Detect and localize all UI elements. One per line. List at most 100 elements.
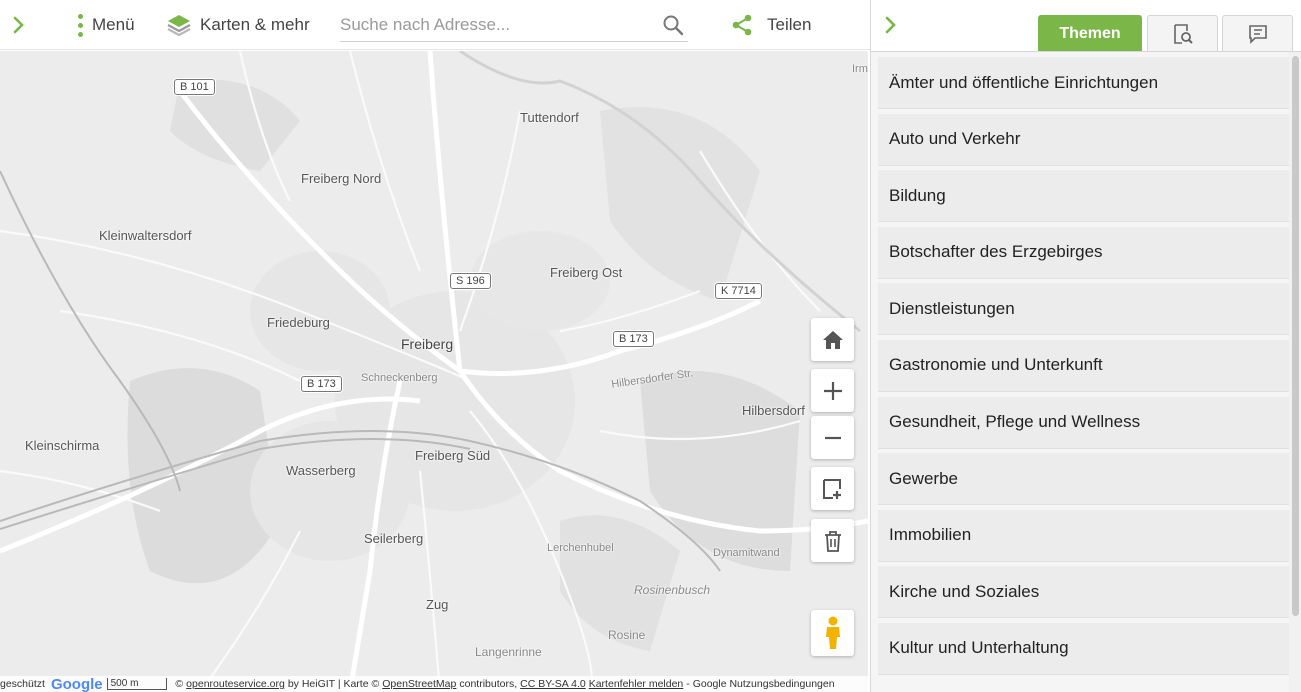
google-logo: Google: [50, 676, 103, 692]
osm-link[interactable]: OpenStreetMap: [382, 678, 456, 690]
category-list: Ämter und öffentliche Einrichtungen Auto…: [878, 57, 1289, 680]
tab-comments[interactable]: [1222, 15, 1293, 51]
share-icon: [732, 14, 752, 36]
category-item[interactable]: Botschafter des Erzgebirges: [878, 226, 1289, 279]
map-label: Dynamitwand: [713, 547, 780, 559]
category-label: Auto und Verkehr: [889, 129, 1021, 149]
road-shield: B 173: [613, 331, 654, 347]
vertical-dots-icon: [78, 13, 83, 37]
street-view-button[interactable]: [811, 610, 854, 656]
search-document-icon: [1173, 23, 1193, 44]
road-shield: S 196: [450, 273, 491, 289]
category-label: Gastronomie und Unterkunft: [889, 355, 1103, 375]
map-label: Seilerberg: [364, 531, 424, 546]
menu-label: Menü: [92, 15, 135, 34]
category-item[interactable]: Immobilien: [878, 509, 1289, 562]
category-label: Kultur und Unterhaltung: [889, 638, 1069, 658]
home-icon: [822, 330, 843, 349]
map-label: Irm: [852, 63, 868, 75]
license-link[interactable]: CC BY-SA 4.0: [520, 678, 586, 690]
map-label: Friedeburg: [267, 315, 330, 330]
map-canvas[interactable]: Freiberg Nord Freiberg Ost Freiberg Frei…: [0, 51, 868, 692]
ors-link[interactable]: openrouteservice.org: [186, 678, 285, 690]
category-label: Gesundheit, Pflege und Wellness: [889, 412, 1141, 432]
map-label: Freiberg Ost: [550, 265, 623, 280]
collapse-left-button[interactable]: [8, 0, 30, 50]
category-item[interactable]: Ämter und öffentliche Einrichtungen: [878, 57, 1289, 109]
map-label: Freiberg Süd: [415, 448, 491, 463]
map-label: Kleinwaltersdorf: [99, 228, 192, 243]
maps-button[interactable]: Karten & mehr: [166, 0, 310, 50]
scrollbar-thumb[interactable]: [1292, 56, 1299, 616]
attribution-ors-tail: by HeiGIT | Karte ©: [287, 678, 380, 690]
category-label: Ämter und öffentliche Einrichtungen: [889, 72, 1159, 92]
tab-themes[interactable]: Themen: [1038, 15, 1142, 51]
category-item[interactable]: Auto und Verkehr: [878, 113, 1289, 166]
map-label: Kleinschirma: [25, 438, 100, 453]
category-label: Gewerbe: [889, 468, 958, 488]
map-label: Rosinenbusch: [634, 583, 711, 597]
panel-tabs: Themen: [871, 0, 1301, 52]
minus-icon: [824, 436, 841, 439]
add-marker-icon: [822, 478, 841, 499]
collapse-right-button[interactable]: [880, 0, 902, 50]
map-label: Tuttendorf: [520, 110, 579, 125]
category-label: Dienstleistungen: [889, 298, 1015, 318]
category-item[interactable]: Bildung: [878, 170, 1289, 223]
pegman-icon: [825, 616, 840, 649]
category-item[interactable]: Kultur und Unterhaltung: [878, 622, 1289, 675]
road-shield: K 7714: [715, 283, 762, 299]
map-label: Zug: [426, 597, 449, 612]
search-input[interactable]: [340, 14, 662, 35]
tab-themes-label: Themen: [1059, 24, 1121, 42]
trash-icon: [824, 530, 841, 552]
tab-search-results[interactable]: [1147, 15, 1218, 51]
category-label: Immobilien: [889, 525, 972, 545]
map-label: Hilbersdorf: [742, 403, 805, 418]
search-icon[interactable]: [662, 14, 684, 36]
category-item[interactable]: Gewerbe: [878, 453, 1289, 506]
chevron-right-icon: [13, 16, 24, 34]
zoom-in-button[interactable]: [811, 369, 854, 412]
home-button[interactable]: [811, 318, 854, 361]
add-marker-button[interactable]: [811, 467, 854, 510]
attribution-copyright: ©: [175, 678, 184, 690]
panel-scrollbar[interactable]: [1289, 52, 1301, 692]
map-label: Langenrinne: [475, 645, 542, 659]
plus-icon: [823, 381, 842, 400]
layers-icon: [167, 15, 191, 37]
category-item[interactable]: Kirche und Soziales: [878, 566, 1289, 619]
search-bar: [340, 8, 688, 42]
map-label: Schneckenberg: [361, 372, 438, 384]
category-label: Kirche und Soziales: [889, 581, 1040, 601]
road-shield: B 101: [174, 79, 215, 95]
comment-icon: [1248, 24, 1267, 44]
map-label: Wasserberg: [286, 463, 356, 478]
delete-button[interactable]: [811, 519, 854, 562]
themes-panel: Themen Ämter und öffentliche Einrichtung…: [870, 0, 1301, 692]
attribution-osm-tail: contributors,: [459, 678, 518, 690]
map-attribution: geschützt Google 500 m © openrouteservic…: [0, 676, 868, 692]
scale-bar: 500 m: [106, 678, 168, 690]
road-shield: B 173: [301, 376, 342, 392]
app-root: Menü Karten & mehr Teilen: [0, 0, 1301, 692]
share-button[interactable]: Teilen: [730, 0, 811, 50]
attribution-prefix: geschützt: [0, 678, 45, 690]
category-item[interactable]: Gesundheit, Pflege und Wellness: [878, 396, 1289, 449]
category-item[interactable]: Dienstleistungen: [878, 283, 1289, 336]
share-label: Teilen: [767, 15, 812, 34]
zoom-out-button[interactable]: [811, 416, 854, 459]
report-error-link[interactable]: Kartenfehler melden: [589, 678, 684, 690]
top-toolbar: Menü Karten & mehr Teilen: [0, 0, 896, 50]
chevron-right-icon: [885, 16, 896, 34]
terms-link[interactable]: - Google Nutzungsbedingungen: [686, 678, 834, 690]
map-label: Freiberg: [401, 336, 454, 352]
menu-button[interactable]: Menü: [78, 0, 135, 50]
map-label: Lerchenhubel: [547, 542, 614, 554]
map-label: Freiberg Nord: [301, 171, 382, 186]
map-label: Rosine: [608, 628, 646, 642]
category-label: Botschafter des Erzgebirges: [889, 242, 1103, 262]
maps-label: Karten & mehr: [200, 15, 310, 34]
category-label: Bildung: [889, 185, 946, 205]
category-item[interactable]: Gastronomie und Unterkunft: [878, 339, 1289, 392]
